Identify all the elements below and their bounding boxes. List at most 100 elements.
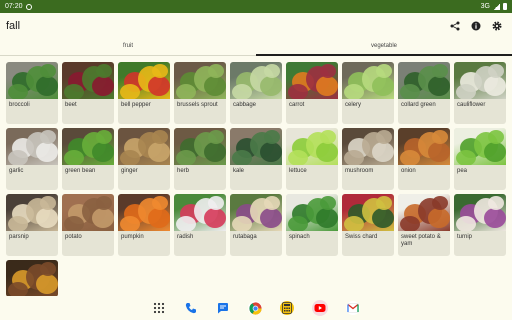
photo-shape [148, 76, 170, 96]
chrome-icon[interactable] [248, 301, 262, 315]
vegetable-card[interactable]: cauliflower [454, 62, 506, 124]
vegetable-card[interactable]: parsnip [6, 194, 58, 256]
network-label: 3G [480, 3, 490, 10]
vegetable-card[interactable]: garlic [6, 128, 58, 190]
photo-shape [456, 216, 476, 231]
vegetable-card[interactable]: rutabaga [230, 194, 282, 256]
vegetable-grid: broccoli beet bell pepper brussels sprout ca… [6, 62, 506, 320]
photo-shape [376, 196, 392, 210]
vegetable-photo [118, 62, 170, 99]
photo-shape [320, 64, 336, 78]
vegetable-label: Swiss chard [345, 234, 378, 240]
photo-shape [316, 208, 338, 228]
photo-shape [344, 84, 364, 99]
tab-fruit[interactable]: fruit [0, 38, 256, 55]
vegetable-label: beet [65, 102, 77, 108]
vegetable-card[interactable]: kale [230, 128, 282, 190]
photo-shape [208, 196, 224, 210]
notification-icon [25, 3, 32, 10]
photo-shape [372, 208, 394, 228]
photo-shape [148, 208, 170, 228]
messages-icon[interactable] [216, 301, 230, 315]
apps-icon[interactable] [152, 301, 166, 315]
vegetable-photo [286, 62, 338, 99]
photo-shape [92, 142, 114, 162]
vegetable-card[interactable]: pumpkin [118, 194, 170, 256]
vegetable-card[interactable]: broccoli [6, 62, 58, 124]
signal-icon [493, 3, 500, 10]
photo-shape [8, 216, 28, 231]
vegetable-card[interactable]: sweet potato & yam [398, 194, 450, 256]
vegetable-card[interactable] [6, 260, 58, 297]
vegetable-card[interactable]: Swiss chard [342, 194, 394, 256]
vegetable-card[interactable]: carrot [286, 62, 338, 124]
vegetable-label: cabbage [233, 102, 257, 108]
photo-shape [40, 64, 56, 78]
vegetable-label: pumpkin [121, 234, 144, 240]
vegetable-card[interactable]: collard green [398, 62, 450, 124]
share-icon[interactable] [450, 21, 460, 31]
photo-shape [176, 216, 196, 231]
vegetable-card[interactable]: cabbage [230, 62, 282, 124]
vegetable-card[interactable]: spinach [286, 194, 338, 256]
settings-icon[interactable] [492, 20, 502, 31]
vegetable-photo [286, 128, 338, 165]
photo-shape [8, 84, 28, 99]
status-bar: 07:20 3G [0, 0, 512, 13]
vegetable-photo [6, 260, 58, 297]
photo-shape [428, 208, 450, 228]
vegetable-label: turnip [457, 234, 473, 240]
youtube-icon[interactable] [312, 300, 328, 316]
photo-shape [64, 150, 84, 165]
vegetable-card[interactable]: green bean [62, 128, 114, 190]
tab-vegetable[interactable]: vegetable [256, 38, 512, 56]
phone-icon[interactable] [184, 301, 198, 315]
photo-shape [344, 216, 364, 231]
photo-shape [232, 216, 252, 231]
vegetable-label: garlic [9, 168, 24, 174]
vegetable-card[interactable]: lettuce [286, 128, 338, 190]
info-icon[interactable] [471, 21, 481, 31]
photo-shape [428, 76, 450, 96]
vegetable-card[interactable]: turnip [454, 194, 506, 256]
vegetable-label: brussels sprout [177, 102, 218, 108]
vegetable-label: sweet potato & yam [401, 234, 441, 247]
vegetable-card[interactable]: pea [454, 128, 506, 190]
photo-shape [456, 150, 476, 165]
photo-shape [264, 130, 280, 144]
vegetable-photo [174, 194, 226, 231]
vegetable-card[interactable]: potato [62, 194, 114, 256]
photo-shape [376, 130, 392, 144]
photo-shape [316, 142, 338, 162]
vegetable-card[interactable]: ginger [118, 128, 170, 190]
photo-shape [96, 196, 112, 210]
photo-shape [36, 76, 58, 96]
vegetable-card[interactable]: bell pepper [118, 62, 170, 124]
photo-shape [208, 130, 224, 144]
photo-shape [64, 84, 84, 99]
vegetable-card[interactable]: beet [62, 62, 114, 124]
battery-icon [503, 3, 507, 10]
photo-shape [176, 84, 196, 99]
photo-shape [288, 150, 308, 165]
vegetable-label: herb [177, 168, 190, 174]
photo-shape [204, 208, 226, 228]
vegetable-card[interactable]: herb [174, 128, 226, 190]
vegetable-card[interactable]: mushroom [342, 128, 394, 190]
vegetable-photo [454, 62, 506, 99]
vegetable-photo [342, 194, 394, 231]
category-tabs: fruit vegetable [0, 38, 512, 56]
photo-shape [36, 274, 58, 294]
calculator-icon[interactable] [280, 301, 294, 315]
vegetable-photo [230, 62, 282, 99]
vegetable-photo [174, 62, 226, 99]
navigation-bar [0, 296, 512, 320]
vegetable-card[interactable]: onion [398, 128, 450, 190]
photo-shape [40, 196, 56, 210]
vegetable-label: collard green [401, 102, 436, 108]
vegetable-card[interactable]: brussels sprout [174, 62, 226, 124]
gmail-icon[interactable] [346, 301, 360, 315]
vegetable-card[interactable]: celery [342, 62, 394, 124]
vegetable-card[interactable]: radish [174, 194, 226, 256]
photo-shape [92, 208, 114, 228]
